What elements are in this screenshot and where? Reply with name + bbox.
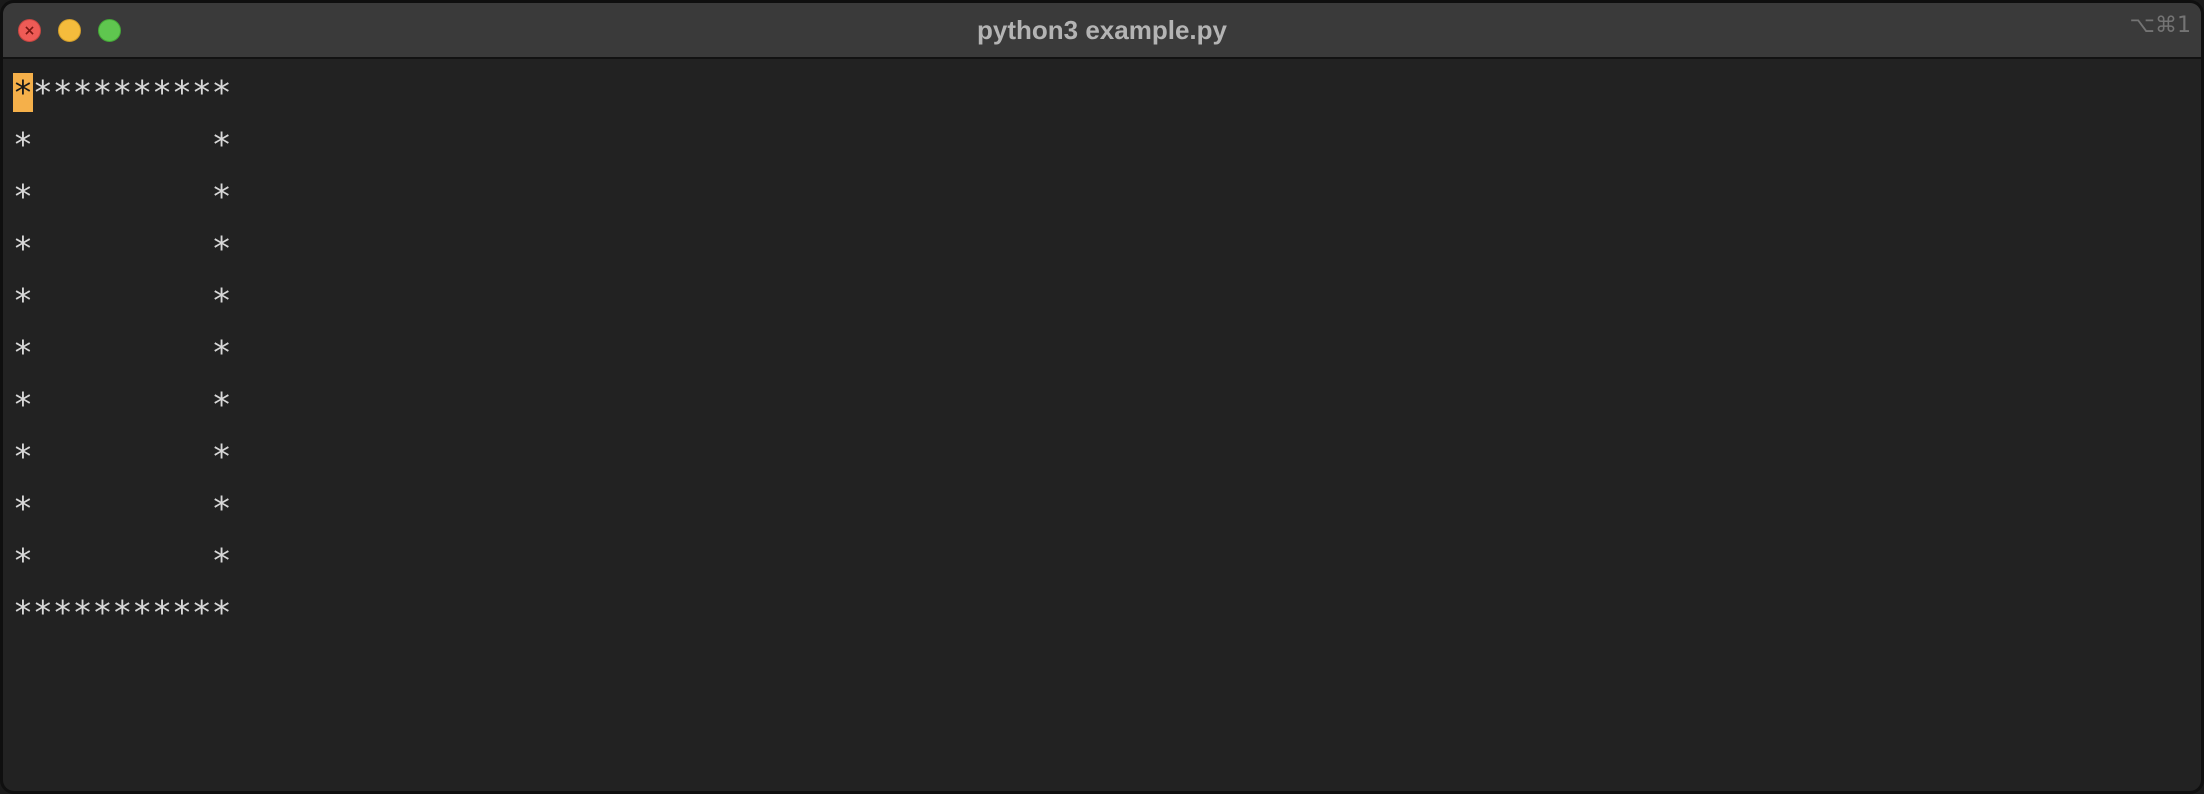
terminal-line: * * [13, 489, 232, 528]
terminal-window: × python3 example.py ⌥⌘1 *********** * * *… [0, 0, 2204, 794]
text-cursor: * [13, 73, 33, 112]
terminal-line: *********** [13, 67, 232, 119]
terminal-line: * * [13, 541, 232, 580]
terminal-line: * * [13, 333, 232, 372]
window-shortcut-label: ⌥⌘1 [2129, 13, 2191, 38]
terminal-line: * * [13, 385, 232, 424]
terminal-line: * * [13, 125, 232, 164]
terminal-line: * * [13, 229, 232, 268]
window-title: python3 example.py [977, 15, 1227, 45]
terminal-output[interactable]: *********** * * * * * * * * * * * * * * * * * * **… [13, 67, 232, 639]
terminal-line: * * [13, 281, 232, 320]
title-bar[interactable]: × python3 example.py ⌥⌘1 [3, 3, 2201, 59]
terminal-line-text: ********** [32, 73, 232, 112]
terminal-line: *********** [13, 593, 232, 632]
terminal-line: * * [13, 437, 232, 476]
terminal-line: * * [13, 177, 232, 216]
